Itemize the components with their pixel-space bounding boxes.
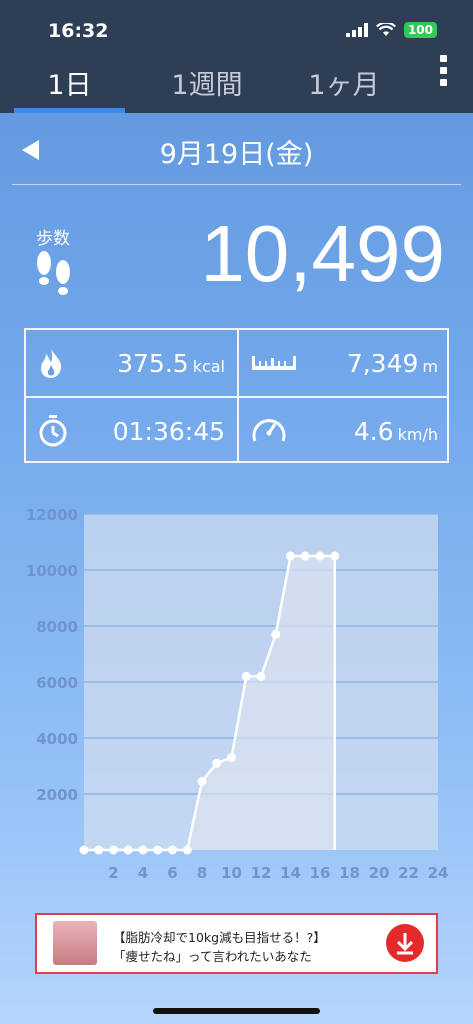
footprints-icon (37, 251, 70, 295)
data-point (79, 845, 89, 855)
data-point (256, 671, 266, 681)
speedometer-icon (252, 419, 286, 442)
ad-subline: 「痩せたね」って言われたいあなた (113, 949, 312, 964)
calories-value: 375.5 (117, 349, 189, 378)
status-time: 16:32 (48, 20, 109, 42)
data-point (286, 551, 295, 561)
tab-1-day[interactable]: 1日 (14, 63, 125, 102)
data-point (212, 758, 222, 768)
status-icons: 100 (345, 22, 437, 38)
x-tick-label: 18 (339, 864, 360, 882)
data-point (227, 753, 236, 763)
x-tick-label: 8 (197, 864, 207, 882)
current-date: 9月19日(金) (159, 139, 314, 170)
y-tick-label: 2000 (36, 786, 78, 804)
period-tabs: 1日 1週間 1ヶ月 (0, 55, 473, 113)
divider (12, 184, 461, 185)
distance-unit: m (422, 357, 438, 376)
calories-unit: kcal (192, 357, 225, 376)
flame-icon (41, 348, 62, 378)
signal-icon (345, 23, 368, 37)
data-point (300, 551, 310, 561)
calories-cell: 375.5 kcal (26, 330, 237, 396)
date-navigation: 9月19日(金) (0, 128, 473, 174)
hourly-steps-chart: 200040006000800010000120002 4 6 8 10 12 14 16 18… (26, 506, 449, 882)
y-tick-label: 6000 (36, 674, 78, 692)
active-tab-indicator (14, 108, 125, 113)
y-tick-label: 8000 (36, 618, 78, 636)
download-icon[interactable] (386, 924, 424, 962)
speed-unit: km/h (397, 425, 438, 444)
steps-label: 歩数 (36, 229, 70, 249)
home-indicator (153, 1008, 320, 1014)
duration-cell: 01:36:45 (26, 398, 237, 464)
x-tick-label: 12 (251, 864, 272, 882)
x-tick-label: 24 (428, 864, 449, 882)
tab-1-week[interactable]: 1週間 (152, 63, 262, 102)
more-menu-icon[interactable] (437, 55, 449, 91)
data-point (153, 845, 163, 855)
data-point (182, 845, 192, 855)
data-point (330, 551, 340, 561)
data-point (138, 845, 148, 855)
x-tick-label: 22 (398, 864, 419, 882)
data-point (197, 776, 207, 786)
data-point (94, 845, 104, 855)
data-point (271, 629, 281, 639)
data-point (123, 845, 133, 855)
x-tick-label: 20 (369, 864, 390, 882)
y-tick-label: 4000 (36, 730, 78, 748)
x-tick-label: 6 (167, 864, 177, 882)
x-tick-label: 10 (221, 864, 242, 882)
speed-cell: 4.6 km/h (239, 398, 450, 464)
data-point (168, 845, 177, 855)
x-tick-label: 2 (108, 864, 118, 882)
ruler-icon (252, 356, 296, 370)
battery-indicator: 100 (403, 22, 437, 38)
speed-value: 4.6 (353, 417, 394, 446)
ad-banner[interactable]: 【脂肪冷却で10kg減も目指せる！?】 「痩せたね」って言われたいあなた (35, 913, 438, 974)
y-tick-label: 12000 (26, 506, 78, 524)
steps-count: 10,499 (200, 209, 445, 298)
ad-thumbnail (53, 921, 97, 965)
distance-value: 7,349 (346, 349, 419, 378)
data-point (241, 671, 251, 681)
duration-value: 01:36:45 (112, 417, 225, 446)
data-point (315, 551, 325, 561)
ad-headline: 【脂肪冷却で10kg減も目指せる！?】 (113, 930, 326, 945)
distance-cell: 7,349 m (239, 330, 450, 396)
stopwatch-icon (39, 415, 67, 447)
wifi-icon (375, 23, 396, 36)
x-tick-label: 16 (310, 864, 331, 882)
stats-grid: 375.5 kcal 7,349 m 01:36:45 4.6 km/h (24, 328, 449, 463)
x-tick-label: 4 (138, 864, 148, 882)
x-tick-label: 14 (280, 864, 301, 882)
app-header: 16:32 100 1日 1週間 1ヶ月 (0, 0, 473, 113)
data-point (109, 845, 118, 855)
tab-1-month[interactable]: 1ヶ月 (292, 63, 396, 102)
y-tick-label: 10000 (26, 562, 78, 580)
